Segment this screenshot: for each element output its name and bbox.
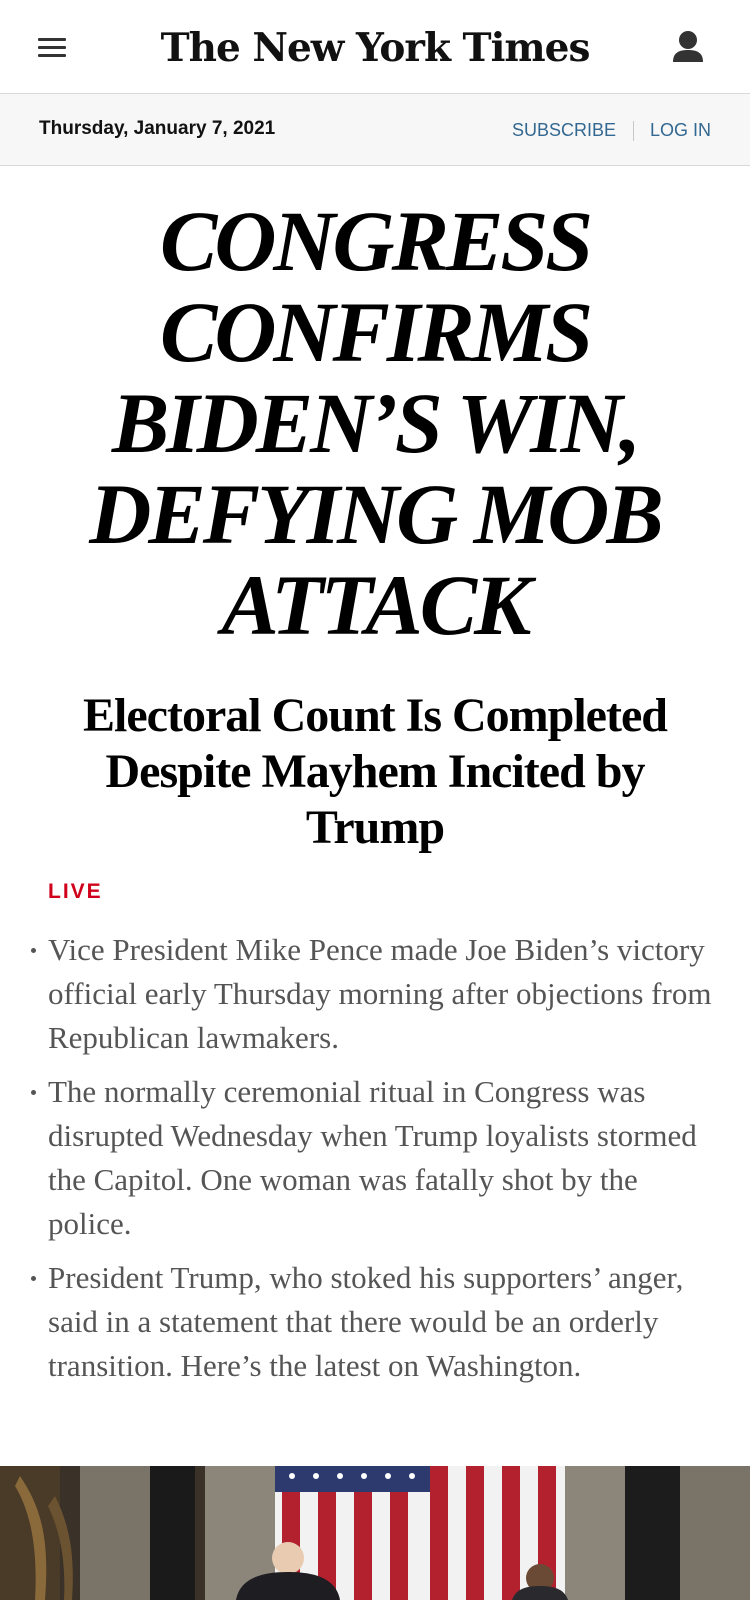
- current-date: Thursday, January 7, 2021: [39, 118, 276, 139]
- bullet-dot-icon: [31, 1276, 36, 1281]
- capitol-chamber-photo-illustration: [0, 1466, 750, 1600]
- subscribe-link[interactable]: SUBSCRIBE: [512, 120, 616, 141]
- summary-bullet-list: Vice President Mike Pence made Joe Biden…: [30, 928, 720, 1398]
- link-divider: [633, 121, 634, 141]
- login-link[interactable]: LOG IN: [650, 120, 711, 141]
- summary-bullet[interactable]: President Trump, who stoked his supporte…: [30, 1256, 720, 1388]
- lead-photo[interactable]: [0, 1466, 750, 1600]
- summary-bullet[interactable]: The normally ceremonial ritual in Congre…: [30, 1070, 720, 1246]
- top-navigation-bar: The New York Times: [0, 0, 750, 94]
- bullet-dot-icon: [31, 948, 36, 953]
- sub-headline[interactable]: Electoral Count Is Completed Despite May…: [40, 688, 710, 856]
- summary-bullet-text: The normally ceremonial ritual in Congre…: [48, 1074, 697, 1241]
- date-subscribe-bar: Thursday, January 7, 2021 SUBSCRIBE LOG …: [0, 94, 750, 166]
- bullet-dot-icon: [31, 1090, 36, 1095]
- nyt-logo[interactable]: The New York Times: [0, 20, 750, 76]
- main-headline[interactable]: CONGRESS CONFIRMS BIDEN’S WIN, DEFYING M…: [30, 196, 720, 651]
- summary-bullet-text: Vice President Mike Pence made Joe Biden…: [48, 932, 712, 1055]
- summary-bullet-text: President Trump, who stoked his supporte…: [48, 1260, 684, 1383]
- summary-bullet[interactable]: Vice President Mike Pence made Joe Biden…: [30, 928, 720, 1060]
- live-label: LIVE: [48, 880, 103, 903]
- user-account-icon[interactable]: [670, 28, 706, 68]
